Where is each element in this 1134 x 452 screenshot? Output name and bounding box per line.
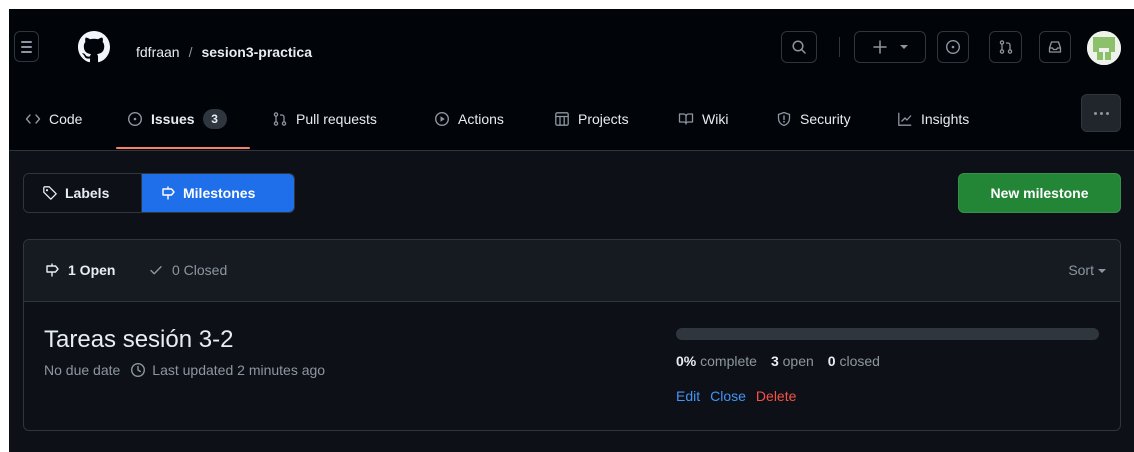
- edit-link[interactable]: Edit: [676, 388, 700, 404]
- tab-security[interactable]: Security: [776, 104, 851, 134]
- repo-tabs: Code Issues 3 Pull requests Actions Proj…: [9, 94, 1134, 151]
- tab-label: Code: [49, 111, 83, 127]
- tab-label: Pull requests: [296, 111, 377, 127]
- repo-owner-link[interactable]: fdfraan: [136, 44, 180, 60]
- last-updated: Last updated 2 minutes ago: [130, 362, 325, 378]
- milestones-list: 1 Open 0 Closed Sort Tareas sesión 3-2 N…: [23, 239, 1121, 431]
- milestones-tab-label: Milestones: [183, 185, 256, 201]
- table-icon: [555, 112, 569, 126]
- tab-insights[interactable]: Insights: [897, 104, 969, 134]
- percent-complete: 0% complete: [676, 353, 757, 369]
- tab-actions[interactable]: Actions: [434, 104, 504, 134]
- issues-count-badge: 3: [202, 109, 227, 129]
- issue-opened-icon: [127, 111, 143, 127]
- closed-label: closed: [839, 353, 880, 369]
- tab-label: Security: [800, 111, 851, 127]
- tab-label: Projects: [578, 111, 629, 127]
- shield-icon: [777, 111, 791, 127]
- check-icon: [150, 266, 162, 275]
- labels-tab[interactable]: Labels: [24, 174, 142, 212]
- inbox-icon: [1048, 41, 1062, 53]
- play-icon: [434, 111, 450, 127]
- github-logo-icon[interactable]: [78, 31, 110, 63]
- menu-icon[interactable]: [14, 31, 39, 62]
- milestone-stats: 0% complete 3 open 0 closed: [676, 353, 880, 369]
- top-bar: fdfraan / sesion3-practica: [9, 9, 1134, 77]
- plus-icon: [873, 40, 887, 54]
- tab-label: Actions: [458, 111, 504, 127]
- create-new-button[interactable]: [854, 31, 926, 63]
- milestone-icon: [46, 263, 59, 277]
- tab-label: Wiki: [702, 111, 729, 127]
- due-date-text: No due date: [44, 362, 121, 378]
- tab-label: Issues: [151, 111, 195, 127]
- breadcrumb: fdfraan / sesion3-practica: [136, 44, 312, 60]
- toolbar-divider: [839, 37, 840, 57]
- tab-code[interactable]: Code: [25, 104, 82, 134]
- open-issues-count[interactable]: 3 open: [771, 353, 814, 369]
- repo-name-link[interactable]: sesion3-practica: [201, 44, 312, 60]
- delete-link[interactable]: Delete: [756, 388, 796, 404]
- progress-bar: [676, 328, 1099, 340]
- open-label: open: [782, 353, 814, 369]
- issue-opened-icon: [945, 39, 961, 55]
- clock-icon: [131, 362, 146, 378]
- closed-milestones-filter[interactable]: 0 Closed: [148, 262, 227, 278]
- tag-icon: [43, 186, 57, 200]
- more-tabs-button[interactable]: [1081, 94, 1121, 132]
- search-button[interactable]: [781, 31, 817, 63]
- app-window: fdfraan / sesion3-practica Code Issues 3…: [9, 9, 1134, 452]
- labels-tab-label: Labels: [65, 185, 110, 201]
- open-milestones-filter[interactable]: 1 Open: [44, 262, 115, 278]
- milestone-title-link[interactable]: Tareas sesión 3-2: [44, 325, 233, 355]
- tab-issues[interactable]: Issues 3: [127, 104, 227, 134]
- open-value: 3: [770, 353, 779, 369]
- percent-value: 0%: [676, 353, 697, 369]
- breadcrumb-separator: /: [188, 44, 193, 60]
- pull-requests-button[interactable]: [989, 31, 1022, 63]
- avatar-identicon-icon: [1087, 31, 1121, 65]
- open-count-label: 1 Open: [68, 262, 116, 278]
- avatar[interactable]: [1087, 31, 1121, 65]
- issues-button[interactable]: [937, 31, 969, 63]
- repo-header: fdfraan / sesion3-practica Code Issues 3…: [9, 9, 1134, 151]
- book-icon: [678, 113, 694, 125]
- milestone-actions: Edit Close Delete: [676, 388, 796, 404]
- tab-label: Insights: [921, 111, 970, 127]
- milestone-row: Tareas sesión 3-2 No due date Last updat…: [24, 302, 1120, 430]
- caret-down-icon: [1098, 269, 1106, 273]
- search-icon: [792, 40, 806, 54]
- sort-label: Sort: [1068, 262, 1094, 278]
- closed-count-label: 0 Closed: [172, 262, 228, 278]
- last-updated-text: Last updated 2 minutes ago: [152, 362, 326, 378]
- tab-wiki[interactable]: Wiki: [678, 104, 728, 134]
- git-pull-request-icon: [273, 112, 287, 126]
- graph-icon: [898, 112, 912, 126]
- chevron-down-icon: [900, 45, 908, 49]
- tab-pull-requests[interactable]: Pull requests: [272, 104, 377, 134]
- tab-projects[interactable]: Projects: [554, 104, 629, 134]
- milestones-list-header: 1 Open 0 Closed Sort: [24, 240, 1120, 302]
- closed-issues-count[interactable]: 0 closed: [828, 353, 880, 369]
- inbox-button[interactable]: [1039, 31, 1071, 63]
- milestone-icon: [162, 186, 175, 200]
- milestones-tab[interactable]: Milestones: [142, 174, 294, 212]
- new-milestone-button[interactable]: New milestone: [958, 173, 1121, 213]
- git-pull-request-icon: [999, 40, 1012, 54]
- milestone-meta: No due date Last updated 2 minutes ago: [44, 362, 325, 378]
- active-tab-indicator: [116, 147, 250, 149]
- sort-dropdown[interactable]: Sort: [1068, 262, 1106, 278]
- code-icon: [25, 114, 41, 124]
- percent-label: complete: [700, 353, 757, 369]
- closed-value: 0: [827, 353, 836, 369]
- close-link[interactable]: Close: [710, 388, 746, 404]
- labels-milestones-toggle: Labels Milestones: [23, 173, 295, 213]
